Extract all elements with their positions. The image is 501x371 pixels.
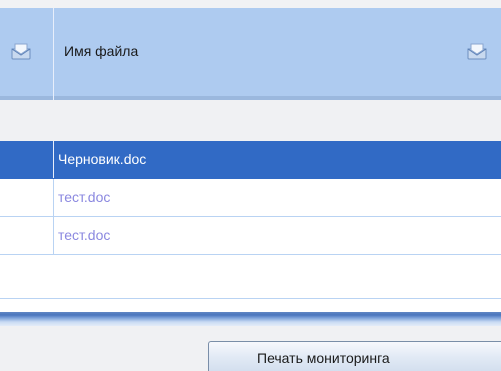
cell-divider — [53, 141, 54, 178]
filter-band — [0, 100, 501, 141]
file-name[interactable]: тест.doc — [58, 227, 110, 243]
print-monitoring-button[interactable]: Печать мониторинга — [208, 341, 501, 371]
table-row[interactable]: Черновик.doc — [0, 141, 501, 179]
sort-envelope-icon[interactable] — [11, 42, 31, 60]
file-name[interactable]: тест.doc — [58, 189, 110, 205]
cell-divider — [53, 217, 54, 254]
footer-separator — [0, 312, 501, 326]
table-row[interactable]: тест.doc — [0, 179, 501, 217]
cell-divider — [53, 179, 54, 216]
file-name[interactable]: Черновик.doc — [58, 151, 146, 167]
top-strip — [0, 0, 501, 8]
column-divider[interactable] — [53, 8, 54, 100]
empty-row — [0, 299, 501, 312]
column-title-filename[interactable]: Имя файла — [64, 43, 138, 59]
file-list-panel: Имя файла Черновик.doc тест.doc тест.doc… — [0, 0, 501, 371]
sort-envelope-icon[interactable] — [467, 42, 487, 60]
print-monitoring-label: Печать мониторинга — [257, 350, 390, 366]
empty-row — [0, 255, 501, 299]
table-row[interactable]: тест.doc — [0, 217, 501, 255]
